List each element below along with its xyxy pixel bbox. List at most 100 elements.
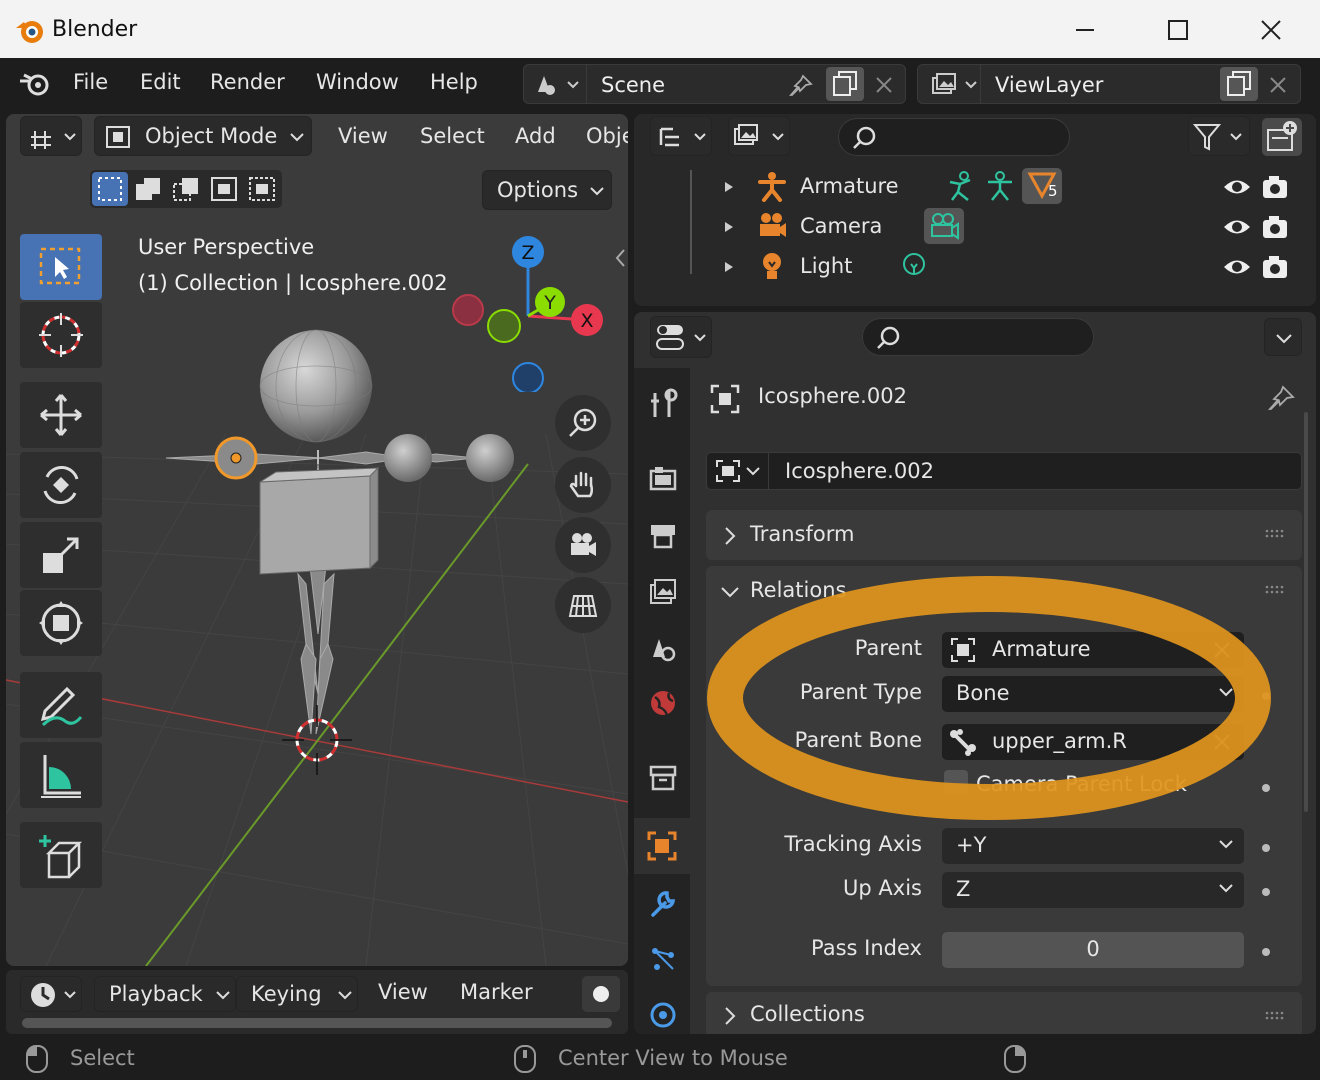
outliner-row-light[interactable]: Light bbox=[634, 246, 1316, 286]
outliner-row-camera[interactable]: Camera bbox=[634, 206, 1316, 246]
tab-particles[interactable] bbox=[642, 938, 684, 980]
head-sphere[interactable] bbox=[260, 330, 372, 442]
arm-sphere[interactable] bbox=[384, 434, 432, 482]
children-mesh-badge[interactable]: 5 bbox=[1022, 168, 1062, 204]
render-camera-icon[interactable] bbox=[1260, 212, 1290, 242]
viewport-menu-select[interactable]: Select bbox=[420, 124, 485, 148]
scene-selector[interactable]: Scene bbox=[523, 64, 906, 104]
viewport-menu-object[interactable]: Obje bbox=[586, 124, 628, 148]
playback-menu[interactable]: Playback bbox=[94, 976, 236, 1012]
filter-dropdown[interactable] bbox=[1188, 116, 1250, 156]
menu-render[interactable]: Render bbox=[210, 70, 285, 94]
tab-modifiers[interactable] bbox=[642, 882, 684, 924]
tool-scale[interactable] bbox=[20, 522, 102, 588]
editor-type-button[interactable] bbox=[20, 116, 82, 156]
tool-move[interactable] bbox=[20, 382, 102, 448]
delete-scene-icon[interactable] bbox=[874, 75, 894, 95]
duplicate-view-layer-button[interactable] bbox=[1220, 67, 1258, 101]
tool-rotate[interactable] bbox=[20, 452, 102, 518]
light-data-icon[interactable] bbox=[898, 250, 930, 282]
pose-icon[interactable] bbox=[946, 170, 978, 202]
view-layer-selector[interactable]: ViewLayer bbox=[917, 64, 1301, 104]
render-camera-icon[interactable] bbox=[1260, 172, 1290, 202]
render-camera-icon[interactable] bbox=[1260, 252, 1290, 282]
select-new-button[interactable] bbox=[92, 172, 128, 206]
timeline-menu-marker[interactable]: Marker bbox=[460, 980, 533, 1004]
animate-property-dot[interactable] bbox=[1262, 844, 1270, 852]
select-invert-icon[interactable] bbox=[206, 172, 242, 206]
gizmo-neg-y[interactable] bbox=[487, 309, 521, 343]
properties-options-dropdown[interactable] bbox=[1264, 318, 1302, 356]
select-intersect-icon[interactable] bbox=[244, 172, 280, 206]
tool-annotate[interactable] bbox=[20, 672, 102, 738]
object-datablock-field[interactable]: Icosphere.002 bbox=[706, 452, 1302, 490]
properties-search-input[interactable] bbox=[862, 318, 1094, 356]
eye-icon[interactable] bbox=[1222, 252, 1252, 282]
maximize-button[interactable] bbox=[1155, 10, 1201, 50]
display-mode-button[interactable] bbox=[728, 116, 790, 156]
properties-editor-type-button[interactable] bbox=[650, 316, 712, 358]
projection-toggle-button[interactable] bbox=[555, 577, 611, 633]
tool-measure[interactable] bbox=[20, 742, 102, 808]
tool-select-box[interactable] bbox=[20, 234, 102, 300]
outliner-search-input[interactable] bbox=[838, 118, 1070, 156]
pin-icon[interactable] bbox=[1266, 384, 1296, 414]
tab-physics[interactable] bbox=[642, 994, 684, 1034]
outliner-row-armature[interactable]: Armature 5 bbox=[634, 166, 1316, 206]
timeline-menu-view[interactable]: View bbox=[378, 980, 428, 1004]
viewport-menu-add[interactable]: Add bbox=[515, 124, 556, 148]
tab-render[interactable] bbox=[642, 458, 684, 500]
tab-object[interactable] bbox=[634, 818, 690, 874]
blender-menu-icon[interactable] bbox=[18, 70, 54, 98]
menu-help[interactable]: Help bbox=[430, 70, 478, 94]
collections-panel[interactable]: Collections bbox=[706, 992, 1302, 1034]
tool-cursor[interactable] bbox=[20, 302, 102, 368]
camera-view-button[interactable] bbox=[555, 517, 611, 573]
tool-add-cube[interactable] bbox=[20, 822, 102, 888]
duplicate-scene-button[interactable] bbox=[826, 67, 864, 101]
pan-button[interactable] bbox=[555, 457, 611, 513]
gizmo-neg-z[interactable] bbox=[512, 362, 544, 392]
select-subtract-icon[interactable] bbox=[168, 172, 204, 206]
gizmo-neg-x[interactable] bbox=[452, 294, 484, 326]
pass-index-field[interactable]: 0 bbox=[942, 932, 1244, 968]
tab-scene[interactable] bbox=[642, 626, 684, 668]
keying-menu[interactable]: Keying bbox=[236, 976, 358, 1012]
expand-arrow-icon[interactable] bbox=[722, 260, 736, 274]
drag-handle-icon[interactable] bbox=[1264, 528, 1288, 540]
pin-icon[interactable] bbox=[788, 73, 814, 99]
armature-data-icon[interactable] bbox=[984, 170, 1016, 202]
zoom-button[interactable] bbox=[555, 395, 611, 451]
properties-scrollbar[interactable] bbox=[1304, 412, 1308, 812]
3d-viewport[interactable]: Object Mode View Select Add Obje Options… bbox=[6, 114, 628, 966]
object-mode-dropdown[interactable]: Object Mode bbox=[94, 116, 312, 156]
menu-file[interactable]: File bbox=[73, 70, 108, 94]
timeline-editor-type-button[interactable] bbox=[20, 976, 82, 1012]
close-window-button[interactable] bbox=[1248, 10, 1294, 50]
eye-icon[interactable] bbox=[1222, 172, 1252, 202]
outliner-editor-type-button[interactable] bbox=[650, 116, 712, 156]
expand-arrow-icon[interactable] bbox=[722, 220, 736, 234]
tab-view-layer[interactable] bbox=[642, 570, 684, 612]
hand-sphere[interactable] bbox=[466, 434, 514, 482]
record-button[interactable] bbox=[582, 976, 620, 1012]
transform-panel[interactable]: Transform bbox=[706, 510, 1302, 560]
animate-property-dot[interactable] bbox=[1262, 948, 1270, 956]
navigation-gizmo[interactable]: Y Z X bbox=[446, 232, 616, 392]
tab-output[interactable] bbox=[642, 514, 684, 556]
drag-handle-icon[interactable] bbox=[1264, 1010, 1288, 1022]
tab-tool[interactable] bbox=[642, 382, 684, 424]
eye-icon[interactable] bbox=[1222, 212, 1252, 242]
timeline-scrubber[interactable] bbox=[22, 1018, 612, 1028]
viewport-menu-view[interactable]: View bbox=[338, 124, 388, 148]
up-axis-dropdown[interactable]: Z bbox=[942, 872, 1244, 908]
menu-window[interactable]: Window bbox=[316, 70, 399, 94]
new-collection-button[interactable] bbox=[1262, 118, 1302, 156]
camera-data-badge[interactable] bbox=[924, 208, 964, 244]
menu-edit[interactable]: Edit bbox=[140, 70, 181, 94]
select-extend-icon[interactable] bbox=[130, 172, 166, 206]
delete-view-layer-icon[interactable] bbox=[1268, 75, 1288, 95]
options-dropdown[interactable]: Options bbox=[482, 170, 612, 210]
tab-world[interactable] bbox=[642, 682, 684, 724]
expand-arrow-icon[interactable] bbox=[722, 180, 736, 194]
